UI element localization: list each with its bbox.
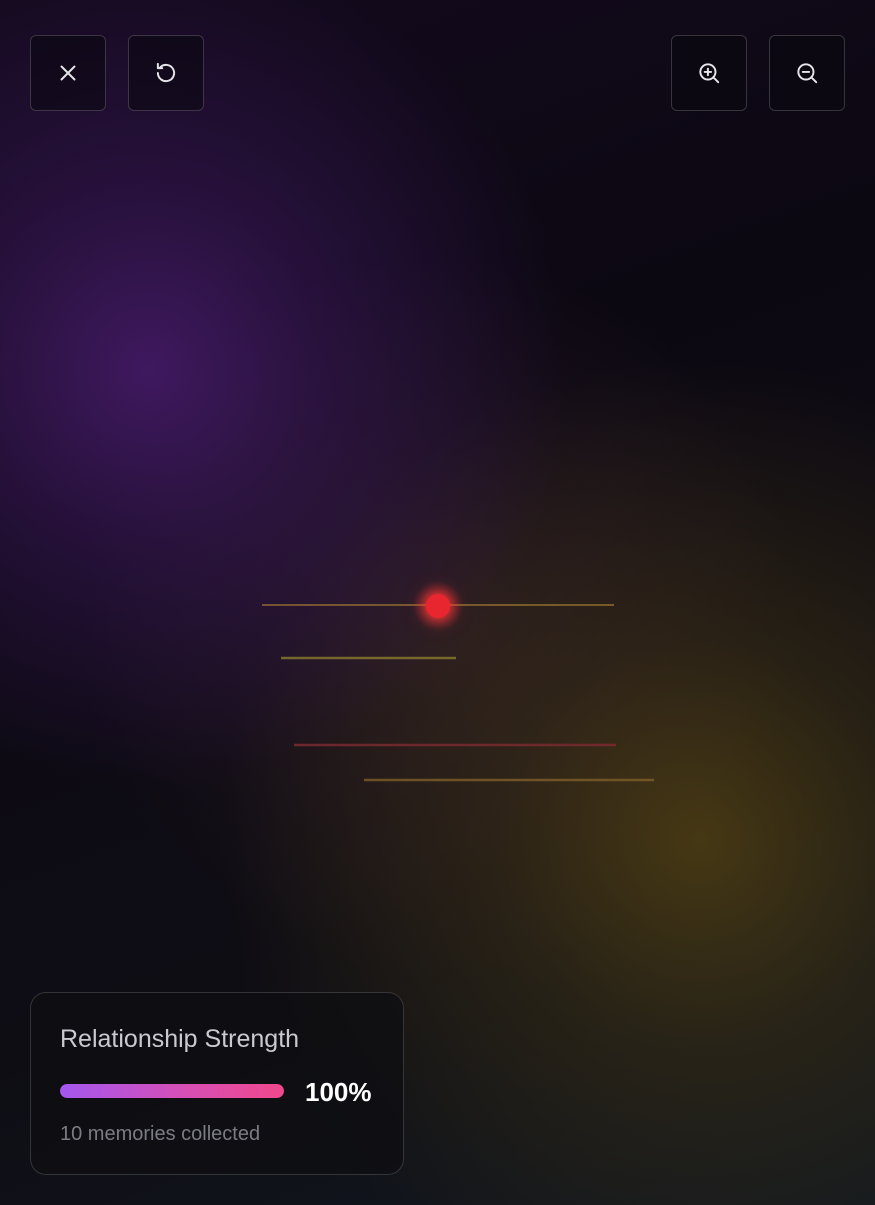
strength-progress-bar bbox=[60, 1084, 284, 1098]
reset-button[interactable] bbox=[128, 35, 204, 111]
reset-icon bbox=[156, 62, 176, 83]
memories-count: 10 memories collected bbox=[60, 1123, 261, 1145]
zoom-in-button[interactable] bbox=[671, 35, 747, 111]
close-icon bbox=[60, 65, 76, 81]
relationship-strength-panel: Relationship Strength 100% 10 memories c… bbox=[30, 992, 404, 1175]
zoom-in-icon bbox=[699, 63, 720, 84]
strength-progress-fill bbox=[60, 1084, 284, 1098]
close-button[interactable] bbox=[30, 35, 106, 111]
memory-node[interactable] bbox=[426, 594, 450, 618]
zoom-out-button[interactable] bbox=[769, 35, 845, 111]
strength-percentage: 100% bbox=[305, 1077, 372, 1107]
panel-title: Relationship Strength bbox=[60, 1025, 300, 1053]
zoom-out-icon bbox=[797, 63, 818, 84]
